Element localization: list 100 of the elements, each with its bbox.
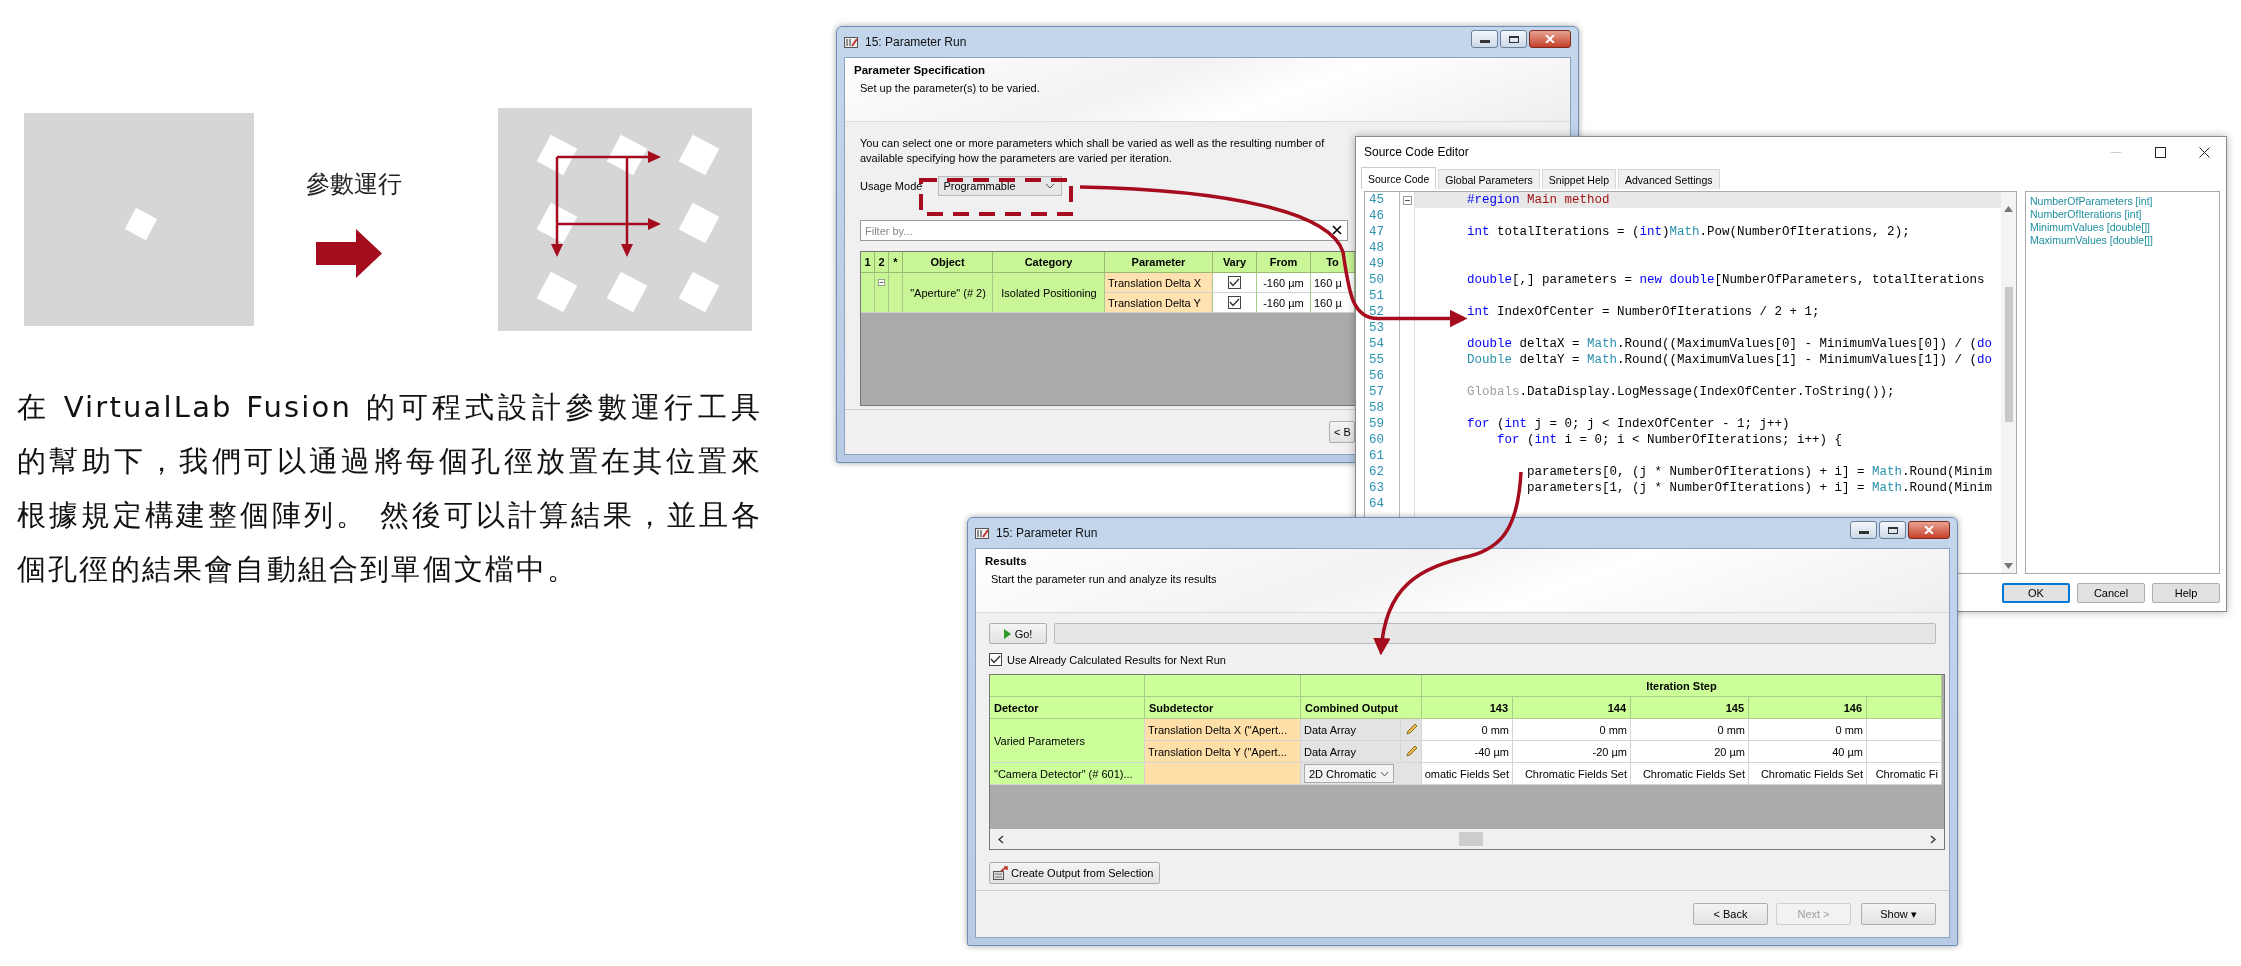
scroll-left-icon[interactable] <box>998 834 1004 844</box>
column-header: Subdetector <box>1145 697 1301 719</box>
scroll-up-icon[interactable] <box>2004 206 2013 212</box>
section-title: Parameter Specification <box>854 64 986 76</box>
table-cell: Translation Delta X ("Apert... <box>1145 719 1301 741</box>
table-cell: Translation Delta Y <box>1105 293 1213 313</box>
table-cell: Data Array <box>1301 719 1401 741</box>
column-header: To <box>1311 252 1355 273</box>
column-header: Detector <box>990 697 1145 719</box>
table-cell: Chromatic Fields Set <box>1749 763 1867 785</box>
dialog-button[interactable]: < B <box>1329 421 1355 443</box>
line-number: 63 <box>1368 480 1385 496</box>
app-icon <box>844 35 859 49</box>
line-number: 46 <box>1368 208 1385 224</box>
code-line: #region Main method <box>1467 193 1610 207</box>
variable-item[interactable]: NumberOfIterations [int] <box>2030 208 2142 221</box>
dialog-button[interactable]: Help <box>2152 583 2220 603</box>
scroll-thumb[interactable] <box>1459 832 1483 846</box>
variable-item[interactable]: NumberOfParameters [int] <box>2030 195 2153 208</box>
collapse-icon[interactable] <box>878 278 885 287</box>
description-paragraph: 在 VirtualLab Fusion 的可程式設計參數運行工具的幫助下，我們可以通過將每個孔徑放置在其位置來根據規定構建整個陣列。 然後可以計算結果，並且各個孔徑的結果會自動組合到單個文檔中。 <box>17 389 762 588</box>
go-button[interactable]: Go! <box>989 623 1047 644</box>
code-line: parameters[1, (j * NumberOfIterations) + i] = Math.Round(Minim <box>1526 481 1993 495</box>
code-line: for (int j = 0; j < IndexOfCenter - 1; j++) <box>1467 417 1790 431</box>
maximize-button[interactable] <box>1879 521 1906 539</box>
close-icon <box>1924 526 1934 534</box>
line-number: 57 <box>1368 384 1385 400</box>
table-cell: Chromatic Fi <box>1867 763 1942 785</box>
code-line: double[,] parameters = new double[NumberOfParameters, totalIterations <box>1467 273 1985 287</box>
checkbox[interactable] <box>1228 296 1241 309</box>
line-number: 62 <box>1368 464 1385 480</box>
output-dropdown[interactable]: 2D Chromatic <box>1304 764 1394 783</box>
section-subtitle: Set up the parameter(s) to be varied. <box>859 82 1040 94</box>
line-number: 64 <box>1368 496 1385 512</box>
line-number: 59 <box>1368 416 1385 432</box>
section-title: Results <box>985 555 1027 567</box>
scroll-down-icon[interactable] <box>2004 563 2013 569</box>
close-button[interactable] <box>1529 30 1571 48</box>
intro-text: You can select one or more parameters which shall be varied as well as the resulting number of <box>860 136 1325 151</box>
table-cell: Data Array <box>1301 741 1401 763</box>
show-button[interactable]: Show ▾ <box>1861 903 1936 925</box>
table-cell: Chromatic Fields Set <box>1513 763 1631 785</box>
column-header: 145 <box>1631 697 1749 719</box>
pencil-icon[interactable] <box>1404 745 1418 758</box>
table-cell: "Aperture" (# 2) <box>903 273 993 313</box>
section-subtitle: Start the parameter run and analyze its results <box>990 573 1217 585</box>
table-cell: 160 µ <box>1311 293 1355 313</box>
dialog-button[interactable]: Cancel <box>2077 583 2145 603</box>
column-header: Object <box>903 252 993 273</box>
scroll-thumb[interactable] <box>2004 287 2013 422</box>
tab[interactable]: Advanced Settings <box>1617 169 1720 189</box>
line-number: 61 <box>1368 448 1385 464</box>
line-number: 49 <box>1368 256 1385 272</box>
collapse-icon[interactable] <box>1402 195 1412 205</box>
chevron-icon <box>1045 183 1056 189</box>
tab[interactable]: Snippet Help <box>1541 169 1616 189</box>
variable-item[interactable]: MinimumValues [double[]] <box>2030 221 2151 234</box>
filter-field[interactable]: Filter by... <box>860 220 1348 241</box>
code-line: double deltaX = Math.Round((MaximumValues[0] - MinimumValues[0]) / (do <box>1467 337 1993 351</box>
table-cell: "Camera Detector" (# 601)... <box>990 763 1145 785</box>
tab[interactable]: Global Parameters <box>1438 169 1540 189</box>
create-output-button[interactable]: Create Output from Selection <box>989 862 1161 884</box>
back-button[interactable]: < Back <box>1693 903 1768 925</box>
table-cell: 0 mm <box>1749 719 1867 741</box>
code-line: parameters[0, (j * NumberOfIterations) + i] = Math.Round(Minim <box>1526 465 1993 479</box>
line-number: 47 <box>1368 224 1385 240</box>
code-line: Globals.DataDisplay.LogMessage(IndexOfCenter.ToString()); <box>1467 385 1895 399</box>
minimize-button[interactable] <box>1850 521 1877 539</box>
clear-icon[interactable] <box>1332 225 1342 235</box>
maximize-button[interactable] <box>1500 30 1527 48</box>
checkbox[interactable] <box>1228 276 1241 289</box>
scrollbar[interactable] <box>990 829 1944 849</box>
column-header: From <box>1257 252 1311 273</box>
table-cell: Chromatic Fields Set <box>1631 763 1749 785</box>
app-icon <box>975 526 990 540</box>
tab[interactable]: Source Code <box>1361 167 1437 189</box>
pencil-icon[interactable] <box>1404 723 1418 736</box>
line-number: 52 <box>1368 304 1385 320</box>
usage-mode-label: Usage Mode <box>860 180 923 192</box>
line-number: 56 <box>1368 368 1385 384</box>
right-arrow-icon <box>316 229 382 278</box>
table-cell: 40 µm <box>1749 741 1867 763</box>
line-number: 50 <box>1368 272 1385 288</box>
scrollbar[interactable] <box>2001 192 2016 573</box>
diagram-label: 參數運行 <box>306 169 402 200</box>
line-number: 60 <box>1368 432 1385 448</box>
close-button[interactable] <box>1908 521 1950 539</box>
table-cell: -160 µm <box>1257 293 1311 313</box>
dialog-button[interactable]: OK <box>2002 583 2070 603</box>
code-line: int totalIterations = (int)Math.Pow(NumberOfIterations, 2); <box>1467 225 1910 239</box>
checkbox[interactable] <box>989 653 1002 666</box>
column-header: 2 <box>875 252 889 273</box>
line-number: 45 <box>1368 192 1385 208</box>
variable-item[interactable]: MaximumValues [double[]] <box>2030 234 2153 247</box>
window-title: 15: Parameter Run <box>865 35 967 49</box>
column-header: Vary <box>1213 252 1257 273</box>
play-icon <box>1003 628 1011 639</box>
scroll-right-icon[interactable] <box>1930 834 1936 844</box>
code-line: int IndexOfCenter = NumberOfIterations / 2 + 1; <box>1467 305 1820 319</box>
minimize-button[interactable] <box>1471 30 1498 48</box>
